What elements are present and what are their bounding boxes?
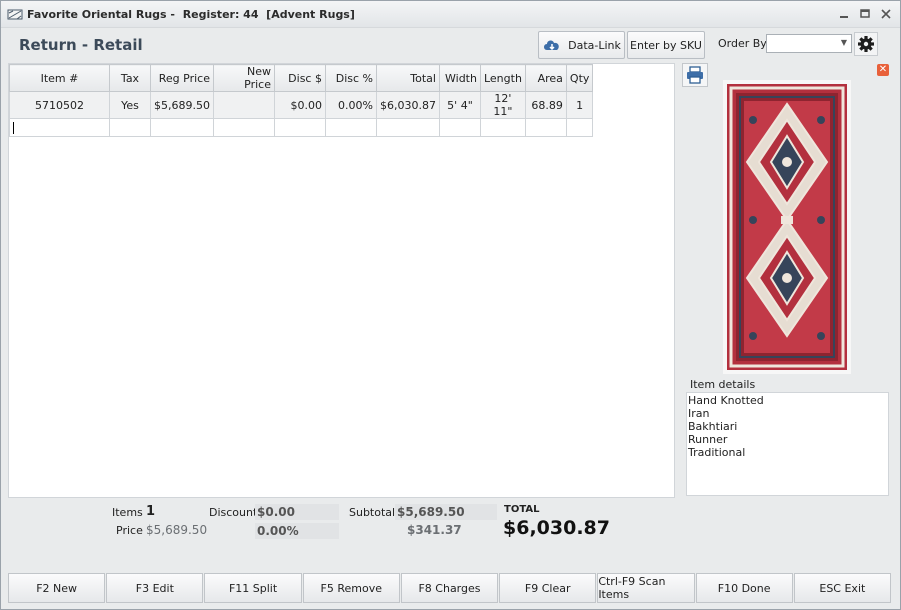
items-label: Items (112, 506, 143, 519)
clear-button[interactable]: F9 Clear (499, 573, 597, 603)
column-header-reg-price[interactable]: Reg Price (150, 64, 214, 92)
discount-label: Discount (209, 506, 258, 519)
done-button[interactable]: F10 Done (695, 573, 793, 603)
column-header-disc-percent[interactable]: Disc % (324, 64, 377, 92)
cell-empty[interactable] (212, 118, 275, 137)
order-by-label: Order By (718, 37, 767, 50)
cell-area[interactable]: 68.89 (524, 91, 567, 119)
column-header-disc-amount[interactable]: Disc $ (273, 64, 326, 92)
close-image-icon[interactable]: ✕ (877, 64, 889, 76)
maximize-icon[interactable] (858, 7, 872, 21)
column-header-total[interactable]: Total (375, 64, 440, 92)
function-key-bar: F2 New F3 Edit F11 Split F5 Remove F8 Ch… (8, 573, 892, 603)
column-header-tax[interactable]: Tax (109, 64, 151, 92)
print-button[interactable] (682, 63, 708, 87)
title-bar: Favorite Oriental Rugs - Register: 44 [A… (1, 1, 900, 28)
data-link-label: Data-Link (568, 38, 621, 52)
table-header-row: Item # Tax Reg Price New Price Disc $ Di… (9, 64, 594, 92)
scan-items-button[interactable]: Ctrl-F9 Scan Items (597, 573, 695, 603)
tax-value: $341.37 (407, 523, 462, 537)
discount-amount[interactable]: $0.00 (255, 504, 339, 520)
cell-qty[interactable]: 1 (565, 91, 594, 119)
remove-button[interactable]: F5 Remove (302, 573, 400, 603)
price-label: Price (116, 524, 143, 537)
discount-percent[interactable]: 0.00% (255, 523, 339, 539)
detail-line: Traditional (688, 446, 746, 459)
items-count: 1 (146, 504, 156, 519)
cell-empty[interactable] (565, 118, 594, 137)
cell-empty[interactable] (324, 118, 377, 137)
cell-new-price[interactable] (212, 91, 275, 119)
cell-empty[interactable] (524, 118, 567, 137)
settings-button[interactable] (854, 32, 878, 56)
gear-icon (858, 36, 874, 52)
enter-by-sku-button[interactable]: Enter by SKU (627, 31, 705, 59)
subtotal-label: Subtotal (349, 506, 396, 519)
cell-item[interactable]: 5710502 (9, 91, 110, 119)
subtotal-value: $5,689.50 (395, 504, 497, 520)
app-name: Favorite Oriental Rugs - (27, 8, 176, 21)
cell-disc-percent[interactable]: 0.00% (324, 91, 377, 119)
items-grid[interactable]: Item # Tax Reg Price New Price Disc $ Di… (8, 63, 675, 498)
page-title: Return - Retail (19, 36, 143, 54)
cell-disc-amount[interactable]: $0.00 (273, 91, 326, 119)
total-value: $6,030.87 (503, 517, 610, 539)
cell-empty[interactable] (438, 118, 481, 137)
cell-reg-price[interactable]: $5,689.50 (150, 91, 214, 119)
minimize-icon[interactable] (837, 7, 851, 21)
app-icon (7, 9, 23, 20)
cell-item-input[interactable] (9, 118, 110, 137)
detail-line: Runner (688, 433, 728, 446)
cell-empty[interactable] (150, 118, 214, 137)
total-label: TOTAL (504, 504, 540, 515)
items-table: Item # Tax Reg Price New Price Disc $ Di… (9, 64, 594, 137)
item-details-box[interactable]: Hand Knotted Iran Bakhtiari Runner Tradi… (686, 392, 889, 496)
edit-button[interactable]: F3 Edit (106, 573, 204, 603)
pos-window: Favorite Oriental Rugs - Register: 44 [A… (0, 0, 901, 610)
cell-width[interactable]: 5' 4" (438, 91, 481, 119)
detail-line: Hand Knotted (688, 394, 764, 407)
table-row-new[interactable] (9, 118, 594, 137)
register-label: Register: 44 (182, 8, 259, 21)
cell-empty[interactable] (273, 118, 326, 137)
detail-line: Iran (688, 407, 710, 420)
column-header-item[interactable]: Item # (9, 64, 110, 92)
chevron-down-icon: ▼ (840, 38, 847, 47)
split-button[interactable]: F11 Split (204, 573, 302, 603)
store-label: [Advent Rugs] (266, 8, 355, 21)
cloud-download-icon (544, 40, 559, 51)
window-title: Favorite Oriental Rugs - Register: 44 [A… (27, 8, 355, 21)
rug-image (723, 80, 851, 374)
totals-panel: Items 1 Price $5,689.50 Discount $0.00 0… (1, 501, 901, 571)
data-link-button[interactable]: Data-Link (538, 31, 625, 59)
cell-empty[interactable] (109, 118, 151, 137)
column-header-qty[interactable]: Qty (565, 64, 594, 92)
cell-tax[interactable]: Yes (109, 91, 151, 119)
column-header-width[interactable]: Width (438, 64, 481, 92)
table-row[interactable]: 5710502 Yes $5,689.50 $0.00 0.00% $6,030… (9, 91, 594, 119)
cell-empty[interactable] (479, 118, 526, 137)
item-details-label: Item details (690, 378, 756, 391)
exit-button[interactable]: ESC Exit (793, 573, 891, 603)
new-button[interactable]: F2 New (8, 573, 106, 603)
close-window-icon[interactable] (879, 7, 893, 21)
cell-empty[interactable] (375, 118, 440, 137)
printer-icon (687, 66, 703, 84)
charges-button[interactable]: F8 Charges (400, 573, 499, 603)
column-header-area[interactable]: Area (524, 64, 567, 92)
cell-total[interactable]: $6,030.87 (375, 91, 440, 119)
column-header-new-price[interactable]: New Price (212, 64, 275, 92)
cell-length[interactable]: 12' 11" (479, 91, 526, 119)
order-by-select[interactable]: ▼ (766, 34, 852, 53)
detail-line: Bakhtiari (688, 420, 738, 433)
price-value: $5,689.50 (146, 523, 208, 537)
column-header-length[interactable]: Length (479, 64, 526, 92)
enter-by-sku-label: Enter by SKU (630, 38, 702, 52)
